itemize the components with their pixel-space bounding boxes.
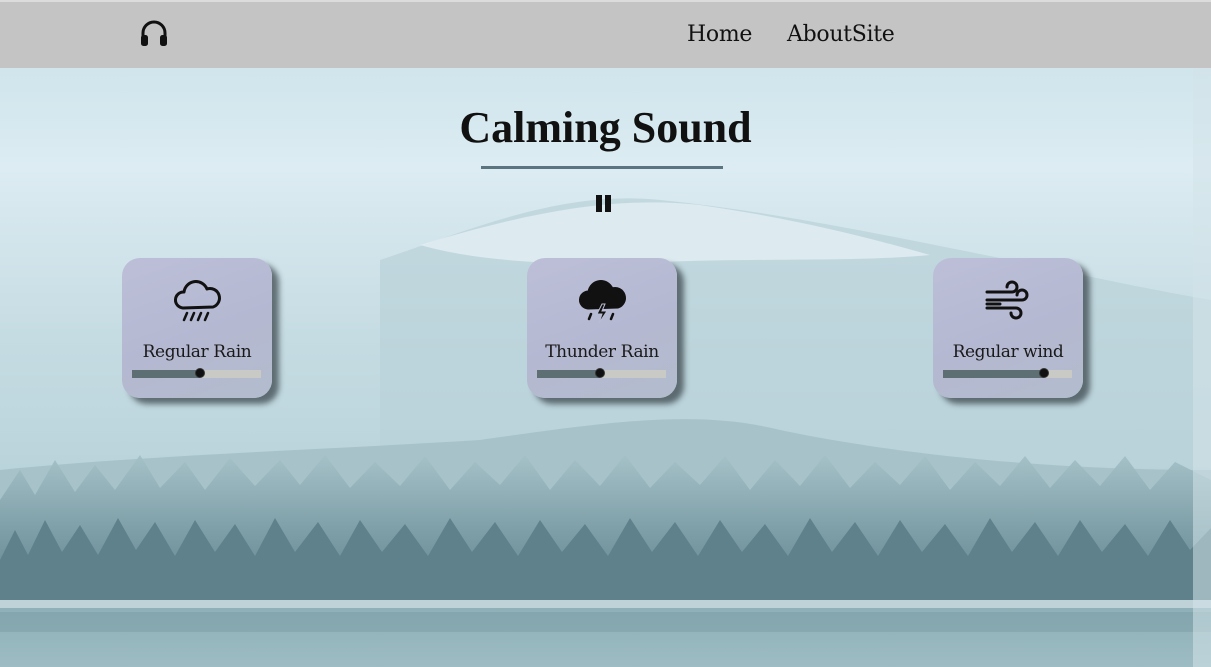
volume-slider[interactable]	[943, 368, 1072, 378]
volume-slider[interactable]	[132, 368, 261, 378]
wind-icon	[985, 280, 1029, 320]
pause-icon	[596, 195, 602, 212]
volume-slider-fill	[132, 370, 201, 378]
volume-slider-thumb[interactable]	[195, 368, 206, 378]
title-underline	[481, 166, 723, 169]
volume-slider-fill	[537, 370, 601, 378]
page-title: Calming Sound	[459, 103, 752, 152]
volume-slider-fill	[943, 370, 1044, 378]
nav-link-aboutsite[interactable]: AboutSite	[787, 22, 895, 47]
pause-button[interactable]	[593, 193, 613, 215]
sound-label: Regular wind	[952, 342, 1064, 362]
nav-link-home[interactable]: Home	[687, 22, 752, 47]
sound-label: Thunder Rain	[545, 342, 659, 362]
headphones-icon[interactable]	[139, 18, 169, 48]
sound-card-thunder-rain[interactable]: Thunder Rain	[527, 258, 677, 398]
cloud-rain-icon	[174, 280, 221, 322]
cloud-lightning-rain-icon	[579, 280, 626, 324]
sound-label: Regular Rain	[142, 342, 252, 362]
volume-slider[interactable]	[537, 368, 666, 378]
sound-card-regular-wind[interactable]: Regular wind	[933, 258, 1083, 398]
volume-slider-thumb[interactable]	[1038, 368, 1049, 378]
volume-slider-thumb[interactable]	[595, 368, 606, 378]
sound-card-regular-rain[interactable]: Regular Rain	[122, 258, 272, 398]
navbar: Home AboutSite	[0, 0, 1211, 68]
